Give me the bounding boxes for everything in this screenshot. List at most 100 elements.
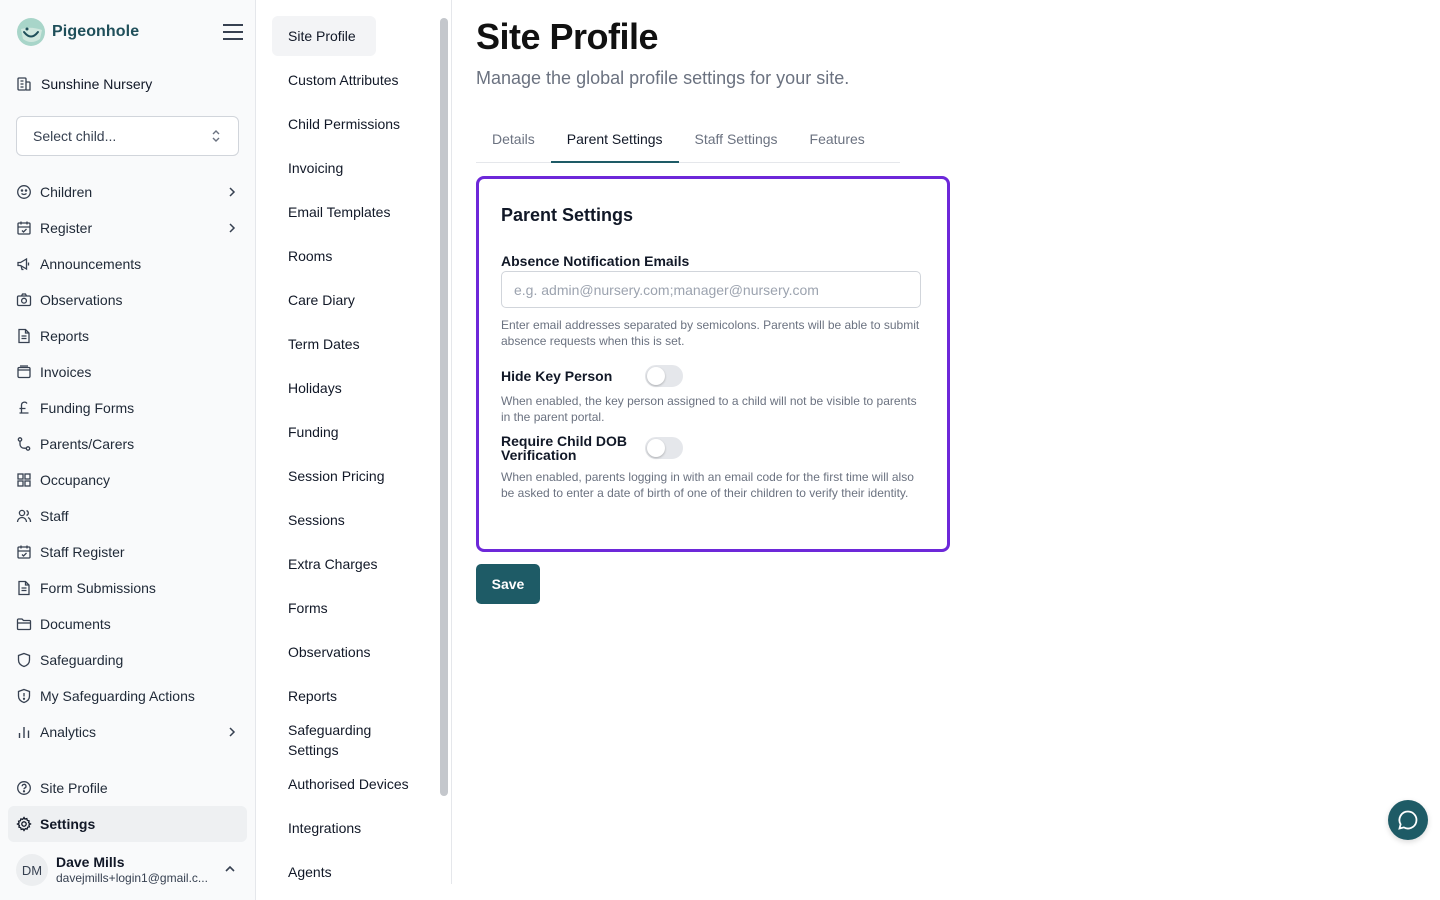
subnav-item-integrations[interactable]: Integrations xyxy=(272,808,438,848)
pound-icon xyxy=(19,401,29,414)
child-select-placeholder: Select child... xyxy=(33,128,117,144)
require-dob-help: When enabled, parents logging in with an… xyxy=(501,470,914,500)
nav-item-label: Occupancy xyxy=(40,472,111,488)
page-subtitle: Manage the global profile settings for y… xyxy=(476,68,850,88)
subnav-scrollbar[interactable] xyxy=(440,18,448,796)
smile-icon xyxy=(17,185,31,199)
subnav-item-sessions[interactable]: Sessions xyxy=(272,500,438,540)
site-name-label: Sunshine Nursery xyxy=(41,76,153,92)
parent-settings-card: Parent Settings Absence Notification Ema… xyxy=(476,176,950,552)
profile-tabs: Details Parent Settings Staff Settings F… xyxy=(476,116,900,163)
subnav-item-extra-charges[interactable]: Extra Charges xyxy=(272,544,438,584)
brand-name: Pigeonhole xyxy=(52,23,140,40)
nav-item-funding-forms[interactable]: Funding Forms xyxy=(8,390,247,426)
subnav-item-rooms[interactable]: Rooms xyxy=(272,236,438,276)
nav-item-documents[interactable]: Documents xyxy=(8,606,247,642)
file-text-icon xyxy=(18,328,30,344)
nav-item-observations[interactable]: Observations xyxy=(8,282,247,318)
subnav-item-authorised-devices[interactable]: Authorised Devices xyxy=(272,764,438,804)
nav-item-reports[interactable]: Reports xyxy=(8,318,247,354)
nav-item-form-submissions[interactable]: Form Submissions xyxy=(8,570,247,606)
nav-item-children[interactable]: Children xyxy=(8,174,247,210)
sidebar: Pigeonhole Sunshine Nursery Select child… xyxy=(0,0,256,900)
subnav-item-care-diary[interactable]: Care Diary xyxy=(272,280,438,320)
nav-item-label: Parents/Carers xyxy=(40,436,135,452)
settings-subnav: Site Profile Custom Attributes Child Per… xyxy=(256,0,452,884)
folder-icon xyxy=(16,618,32,631)
absence-emails-help: Enter email addresses separated by semic… xyxy=(501,318,920,348)
require-dob-toggle[interactable] xyxy=(645,437,683,459)
nav-item-label: Form Submissions xyxy=(40,580,156,596)
user-menu[interactable]: DM Dave Mills davejmills+login1@gmail.c.… xyxy=(16,850,247,890)
grid-icon xyxy=(17,473,31,487)
building-icon xyxy=(17,77,31,91)
save-button[interactable]: Save xyxy=(476,564,540,604)
brand[interactable]: Pigeonhole xyxy=(16,16,139,48)
subnav-item-agents[interactable]: Agents xyxy=(272,852,438,884)
nav-item-settings[interactable]: Settings xyxy=(8,806,247,842)
nav-item-analytics[interactable]: Analytics xyxy=(8,714,247,750)
subnav-item-invoicing[interactable]: Invoicing xyxy=(272,148,438,188)
chevron-right-icon xyxy=(229,187,236,197)
tab-parent-settings[interactable]: Parent Settings xyxy=(550,116,679,163)
nav-item-invoices[interactable]: Invoices xyxy=(8,354,247,390)
chevron-up-down-icon xyxy=(212,130,220,142)
child-select[interactable]: Select child... xyxy=(16,116,239,156)
subnav-item-email-templates[interactable]: Email Templates xyxy=(272,192,438,232)
site-name[interactable]: Sunshine Nursery xyxy=(16,74,152,94)
require-dob-label: Require Child DOB Verification xyxy=(501,433,628,463)
nav-item-label: Staff xyxy=(40,508,69,524)
nav-item-label: My Safeguarding Actions xyxy=(40,688,195,704)
tab-features[interactable]: Features xyxy=(794,116,881,162)
menu-icon[interactable] xyxy=(221,22,245,42)
shield-alert-icon xyxy=(17,688,31,704)
gear-icon xyxy=(16,816,32,832)
subnav-item-forms[interactable]: Forms xyxy=(272,588,438,628)
calendar-check-icon xyxy=(17,221,31,235)
subnav-item-funding[interactable]: Funding xyxy=(272,412,438,452)
help-circle-icon xyxy=(17,781,31,795)
chevron-up-icon xyxy=(225,865,235,872)
subnav-item-holidays[interactable]: Holidays xyxy=(272,368,438,408)
tab-details[interactable]: Details xyxy=(476,116,551,162)
nav-item-label: Observations xyxy=(40,292,123,308)
nav-item-staff-register[interactable]: Staff Register xyxy=(8,534,247,570)
subnav-item-child-permissions[interactable]: Child Permissions xyxy=(272,104,438,144)
nav-item-site-profile[interactable]: Site Profile xyxy=(8,770,247,806)
subnav-item-custom-attributes[interactable]: Custom Attributes xyxy=(272,60,438,100)
nav-item-register[interactable]: Register xyxy=(8,210,247,246)
nav-item-announcements[interactable]: Announcements xyxy=(8,246,247,282)
nav-item-occupancy[interactable]: Occupancy xyxy=(8,462,247,498)
nav-item-staff[interactable]: Staff xyxy=(8,498,247,534)
users-icon xyxy=(16,509,32,523)
nav-item-label: Funding Forms xyxy=(40,400,135,416)
hide-key-person-help: When enabled, the key person assigned to… xyxy=(501,394,917,424)
tab-staff-settings[interactable]: Staff Settings xyxy=(679,116,794,162)
subnav-item-site-profile[interactable]: Site Profile xyxy=(272,16,376,56)
nav-item-label: Announcements xyxy=(40,256,142,272)
subnav-item-session-pricing[interactable]: Session Pricing xyxy=(272,456,438,496)
nav-item-parents-carers[interactable]: Parents/Carers xyxy=(8,426,247,462)
hide-key-person-toggle[interactable] xyxy=(645,365,683,387)
absence-emails-input[interactable] xyxy=(501,271,921,308)
chat-bubble-icon xyxy=(1398,810,1418,830)
subnav-item-reports[interactable]: Reports xyxy=(272,676,438,716)
calendar-check-icon xyxy=(17,545,31,559)
git-branch-icon xyxy=(17,437,31,451)
nav-item-label: Analytics xyxy=(40,724,97,740)
subnav-item-safeguarding-settings[interactable]: Safeguarding Settings xyxy=(272,720,412,760)
subnav-item-observations[interactable]: Observations xyxy=(272,632,438,672)
chevron-right-icon xyxy=(229,223,236,233)
subnav-item-term-dates[interactable]: Term Dates xyxy=(272,324,438,364)
avatar: DM xyxy=(16,854,48,886)
nav-item-label: Children xyxy=(40,184,93,200)
user-name: Dave Mills xyxy=(56,854,125,870)
chat-button[interactable] xyxy=(1388,800,1428,840)
nav-item-safeguarding[interactable]: Safeguarding xyxy=(8,642,247,678)
user-details: Dave Mills davejmills+login1@gmail.c... xyxy=(56,854,208,886)
file-text-icon xyxy=(18,580,30,596)
user-email: davejmills+login1@gmail.c... xyxy=(56,871,208,885)
nav-item-my-safeguarding-actions[interactable]: My Safeguarding Actions xyxy=(8,678,247,714)
absence-emails-label: Absence Notification Emails xyxy=(501,253,690,269)
